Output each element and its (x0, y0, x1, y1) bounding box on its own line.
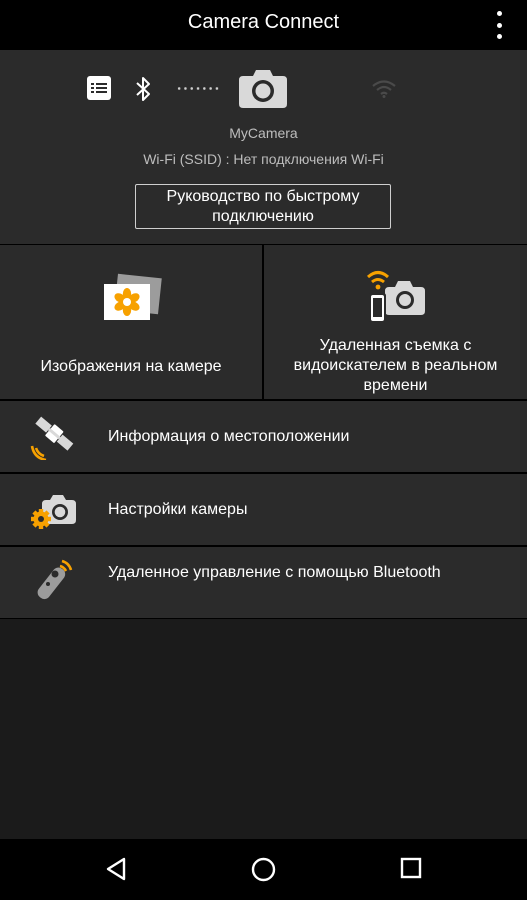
remote-control-icon (37, 559, 73, 600)
tile-images-on-camera[interactable]: Изображения на камере (0, 245, 262, 399)
tile-images-label: Изображения на камере (40, 358, 222, 375)
bluetooth-icon (136, 77, 150, 101)
row-bluetooth-remote[interactable]: Удаленное управление с помощью Bluetooth (0, 547, 527, 618)
satellite-icon (30, 416, 74, 460)
tile-remote-label: Удаленная съемка с видоискателем в реаль… (293, 337, 498, 394)
overflow-menu-icon[interactable] (489, 9, 509, 41)
empty-area (0, 619, 527, 839)
dotted-connection-icon (176, 87, 220, 90)
phone-camera-wifi-icon (366, 271, 425, 323)
flower-photos-icon (104, 273, 162, 320)
system-navigation-bar (0, 839, 527, 900)
row-location-label: Информация о местоположении (108, 428, 350, 445)
connection-status-panel: MyCamera Wi-Fi (SSID) : Нет подключения … (0, 50, 527, 244)
recents-square-icon[interactable] (400, 857, 422, 879)
row-bluetooth-label: Удаленное управление с помощью Bluetooth (108, 564, 441, 581)
camera-name: MyCamera (229, 125, 298, 141)
feature-tiles: Изображения на камере Удаленная съемка с… (0, 245, 527, 399)
app-bar: Camera Connect (0, 0, 527, 50)
row-settings-label: Настройки камеры (108, 501, 248, 518)
tile-remote-live-view[interactable]: Удаленная съемка с видоискателем в реаль… (264, 245, 527, 399)
camera-gear-icon (31, 495, 76, 529)
row-camera-settings[interactable]: Настройки камеры (0, 474, 527, 545)
list-icon[interactable] (87, 76, 111, 100)
wifi-icon (372, 80, 396, 98)
wifi-ssid-status: Wi-Fi (SSID) : Нет подключения Wi-Fi (143, 151, 384, 167)
back-triangle-icon[interactable] (104, 857, 128, 881)
home-circle-icon[interactable] (251, 857, 276, 882)
camera-icon[interactable] (239, 70, 287, 108)
quick-connection-guide-button[interactable]: Руководство по быстрому подключению (135, 184, 391, 229)
app-title: Camera Connect (187, 11, 340, 33)
row-location-info[interactable]: Информация о местоположении (0, 401, 527, 472)
